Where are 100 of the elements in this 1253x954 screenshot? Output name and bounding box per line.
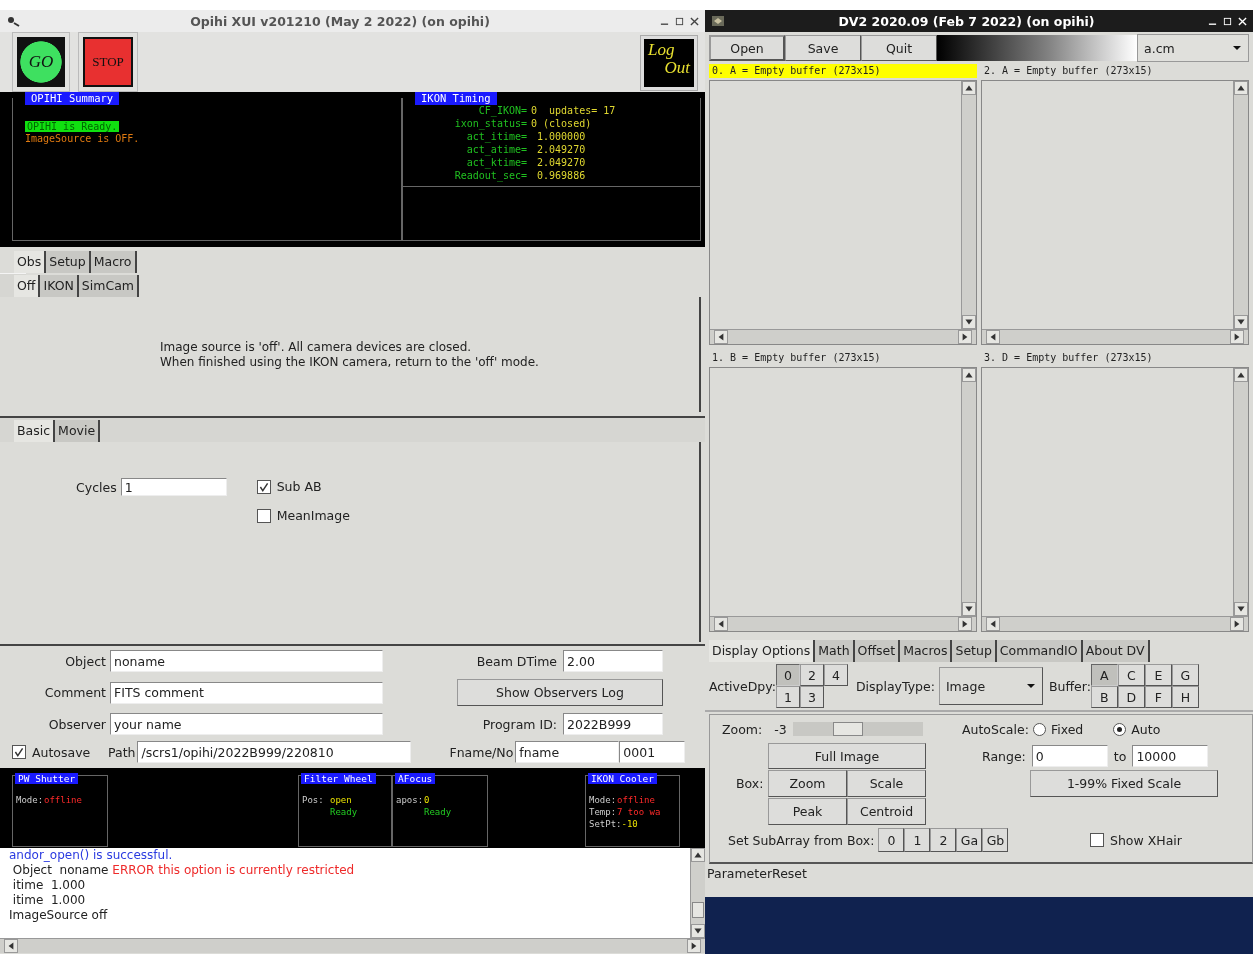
status-value: Ready	[330, 806, 358, 818]
display-button[interactable]: 0	[775, 664, 800, 686]
checkbox-label: Autosave	[32, 744, 92, 760]
status-value: Ready	[424, 806, 452, 818]
program-id-field[interactable]: 2022B999	[563, 713, 663, 735]
tab[interactable]: Off	[14, 275, 41, 297]
buffer-label[interactable]: 1. B = Empty buffer (273x15)	[709, 351, 977, 365]
field-label: Buffer:	[1048, 678, 1091, 694]
fname-field[interactable]: fname	[515, 741, 620, 763]
slider-thumb[interactable]	[832, 722, 863, 736]
radio-button[interactable]	[1032, 722, 1046, 736]
observer-field[interactable]: your name	[110, 713, 383, 735]
display-button[interactable]: 1	[775, 686, 800, 708]
tab[interactable]: Macro	[90, 251, 137, 273]
window-title: DV2 2020.09 (Feb 7 2022) (on opihi)	[837, 13, 1096, 29]
colormap-select[interactable]: a.cm	[1137, 34, 1249, 62]
buffer-button[interactable]: B	[1090, 686, 1118, 708]
window-title: Opihi XUI v201210 (May 2 2022) (on opihi)	[189, 13, 491, 29]
cycles-field[interactable]: 1	[120, 478, 227, 496]
tab[interactable]: Display Options	[709, 640, 816, 662]
buffer-button[interactable]: E	[1144, 664, 1172, 686]
scrollbar[interactable]	[1233, 81, 1248, 329]
scrollbar[interactable]	[710, 329, 976, 344]
tab[interactable]: Basic	[14, 420, 56, 442]
tab[interactable]: Math	[815, 640, 855, 662]
buffer-button[interactable]: D	[1117, 686, 1145, 708]
message-text: Image source is 'off'. All camera devices are closed.	[160, 339, 473, 355]
path-field[interactable]: /scrs1/opihi/2022B999/220810	[137, 741, 412, 763]
buffer-label[interactable]: 3. D = Empty buffer (273x15)	[981, 351, 1249, 365]
field-label: Beam DTime	[475, 653, 558, 669]
box-button[interactable]: Zoom	[768, 769, 847, 797]
close-icon[interactable]	[690, 16, 699, 26]
scrollbar[interactable]	[0, 938, 705, 953]
box-button[interactable]: Peak	[768, 797, 847, 825]
range-min-field[interactable]: 0	[1031, 745, 1108, 767]
radio-button[interactable]	[1113, 722, 1127, 736]
checkbox[interactable]	[256, 508, 271, 523]
subarray-button[interactable]: 1	[904, 828, 931, 852]
status-label: Mode:	[16, 794, 44, 806]
scrollbar[interactable]	[1233, 368, 1248, 616]
toolbar-button[interactable]: Quit	[861, 35, 937, 61]
tab[interactable]: Movie	[55, 420, 101, 442]
toolbar-button[interactable]: Save	[785, 35, 861, 61]
checkbox[interactable]	[256, 479, 271, 494]
tab[interactable]: Offset	[854, 640, 901, 662]
buffer-button[interactable]: G	[1171, 664, 1199, 686]
tab[interactable]: CommandIO	[996, 640, 1083, 662]
number-field[interactable]: 0001	[619, 741, 686, 763]
beam-dtime-field[interactable]: 2.00	[563, 650, 663, 672]
display-type-select[interactable]: Image	[938, 667, 1043, 705]
stop-button[interactable]: STOP	[78, 32, 138, 92]
tab[interactable]: Setup	[46, 251, 91, 273]
field-label: Comment	[43, 685, 107, 700]
box-button[interactable]: Centroid	[847, 797, 926, 825]
go-button[interactable]: GO	[12, 32, 70, 92]
tab[interactable]: Macros	[900, 640, 953, 662]
buffer-button[interactable]: A	[1090, 664, 1118, 686]
buffer-button[interactable]: F	[1144, 686, 1172, 708]
display-button[interactable]: 3	[799, 686, 824, 708]
range-max-field[interactable]: 10000	[1132, 745, 1209, 767]
subarray-button[interactable]: 0	[878, 828, 905, 852]
display-button[interactable]: 4	[823, 664, 848, 686]
scrollbar[interactable]	[982, 616, 1248, 631]
fixed-scale-button[interactable]: 1-99% Fixed Scale	[1030, 769, 1218, 797]
dropdown-arrow-icon[interactable]	[1232, 43, 1242, 53]
display-button[interactable]: 2	[799, 664, 824, 686]
tab[interactable]: IKON	[40, 275, 79, 297]
zoom-slider[interactable]	[792, 722, 923, 736]
subarray-button[interactable]: Gb	[982, 828, 1009, 852]
toolbar-button[interactable]: Open	[709, 35, 785, 61]
checkbox[interactable]	[1090, 833, 1104, 847]
subarray-button[interactable]: Ga	[956, 828, 983, 852]
checkbox[interactable]	[12, 745, 26, 759]
tab[interactable]: Obs	[14, 251, 47, 273]
buffer-button[interactable]: C	[1117, 664, 1145, 686]
logout-button[interactable]: Log Out	[641, 36, 697, 90]
scrollbar[interactable]	[961, 368, 976, 616]
buffer-label[interactable]: 2. A = Empty buffer (273x15)	[981, 64, 1249, 78]
comment-field[interactable]: FITS comment	[110, 681, 383, 704]
object-field[interactable]: noname	[110, 650, 383, 672]
show-observers-log-button[interactable]: Show Observers Log	[457, 679, 663, 706]
dropdown-arrow-icon[interactable]	[1025, 681, 1036, 691]
box-button[interactable]: Scale	[847, 769, 926, 797]
timing-label: CF_IKON=	[477, 104, 527, 117]
status-label: Temp:	[589, 806, 617, 818]
scrollbar[interactable]	[982, 329, 1248, 344]
subarray-button[interactable]: 2	[930, 828, 957, 852]
scrollbar[interactable]	[710, 616, 976, 631]
tab[interactable]: SimCam	[78, 275, 139, 297]
full-image-button[interactable]: Full Image	[768, 743, 926, 769]
field-label: to	[1113, 748, 1127, 764]
status-label: SetPt:	[589, 818, 622, 830]
maximize-icon[interactable]	[675, 16, 684, 26]
scrollbar[interactable]	[961, 81, 976, 329]
scrollbar[interactable]	[690, 848, 705, 938]
scroll-thumb[interactable]	[692, 902, 704, 918]
buffer-button[interactable]: H	[1171, 686, 1199, 708]
buffer-label[interactable]: 0. A = Empty buffer (273x15)	[709, 64, 977, 78]
tab[interactable]: Setup	[952, 640, 997, 662]
tab[interactable]: About DV	[1082, 640, 1150, 662]
